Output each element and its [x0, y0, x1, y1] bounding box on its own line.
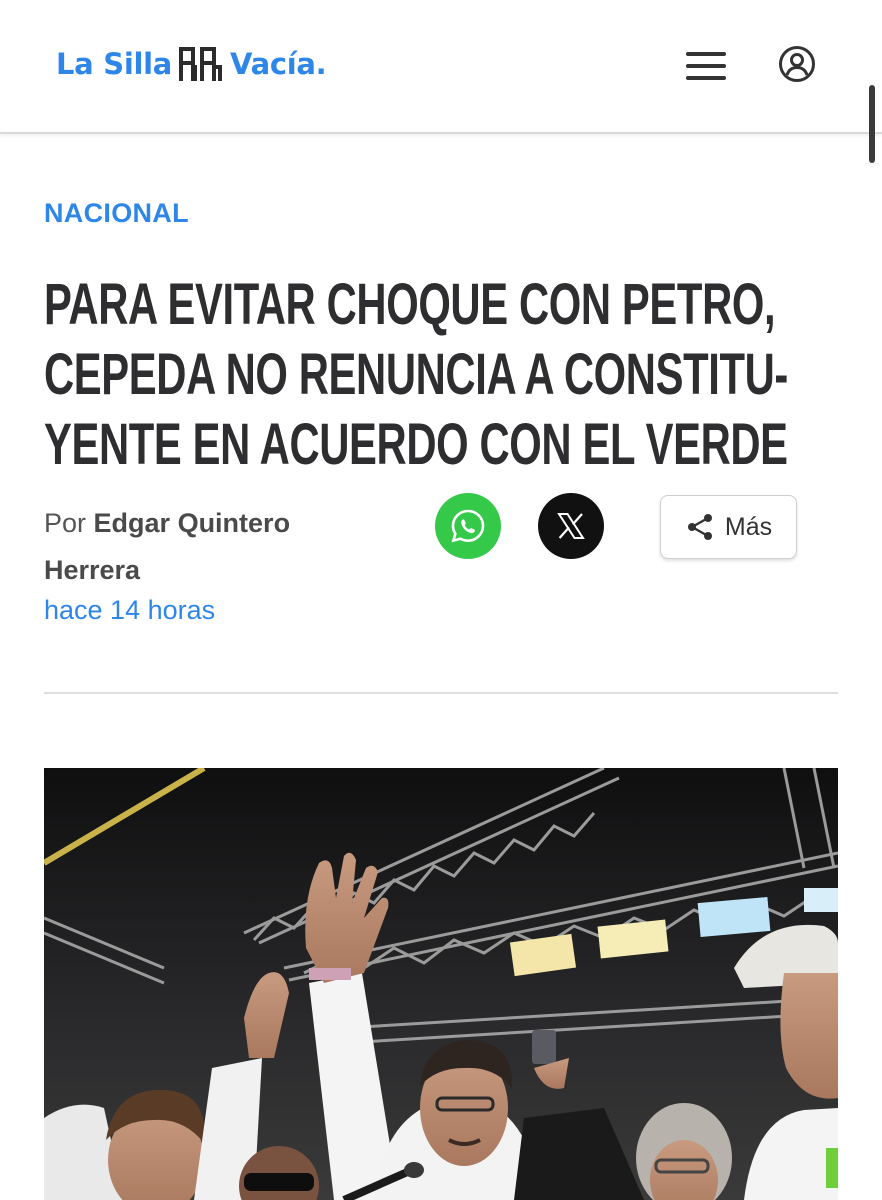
- share-more-label: Más: [724, 512, 773, 541]
- site-header: La Silla Vacía.: [0, 0, 882, 134]
- site-logo[interactable]: La Silla Vacía.: [56, 44, 327, 84]
- byline-prefix: Por: [44, 508, 87, 538]
- logo-text-right: Vacía.: [230, 47, 327, 81]
- logo-text-left: La Silla: [56, 47, 173, 81]
- hero-photo: [44, 768, 838, 1200]
- article-headline: PARA EVITAR CHOQUE CON PETRO, CEPEDA NO …: [44, 270, 800, 480]
- headline-line: PARA EVITAR CHOQUE CON PETRO,: [44, 272, 776, 337]
- whatsapp-icon: [451, 509, 485, 543]
- share-icon: [687, 514, 712, 540]
- chairs-logo-icon: [179, 47, 223, 81]
- article-hero-image[interactable]: [44, 768, 838, 1200]
- x-twitter-icon: [557, 513, 585, 539]
- headline-line: CEPEDA NO RENUNCIA A CONSTITU-: [44, 342, 788, 407]
- article-category[interactable]: NACIONAL: [44, 198, 189, 229]
- article-byline: Por Edgar Quintero Herrera: [44, 500, 374, 594]
- headline-line: YENTE EN ACUERDO CON EL VERDE: [44, 412, 788, 477]
- page-scrollbar[interactable]: [869, 85, 875, 163]
- hamburger-menu-icon[interactable]: [686, 52, 726, 80]
- share-more-button[interactable]: Más: [660, 495, 797, 559]
- user-account-icon[interactable]: [778, 45, 816, 83]
- share-whatsapp-button[interactable]: [435, 493, 501, 559]
- section-divider: [44, 692, 838, 694]
- published-time: hace 14 horas: [44, 595, 216, 625]
- share-x-button[interactable]: [538, 493, 604, 559]
